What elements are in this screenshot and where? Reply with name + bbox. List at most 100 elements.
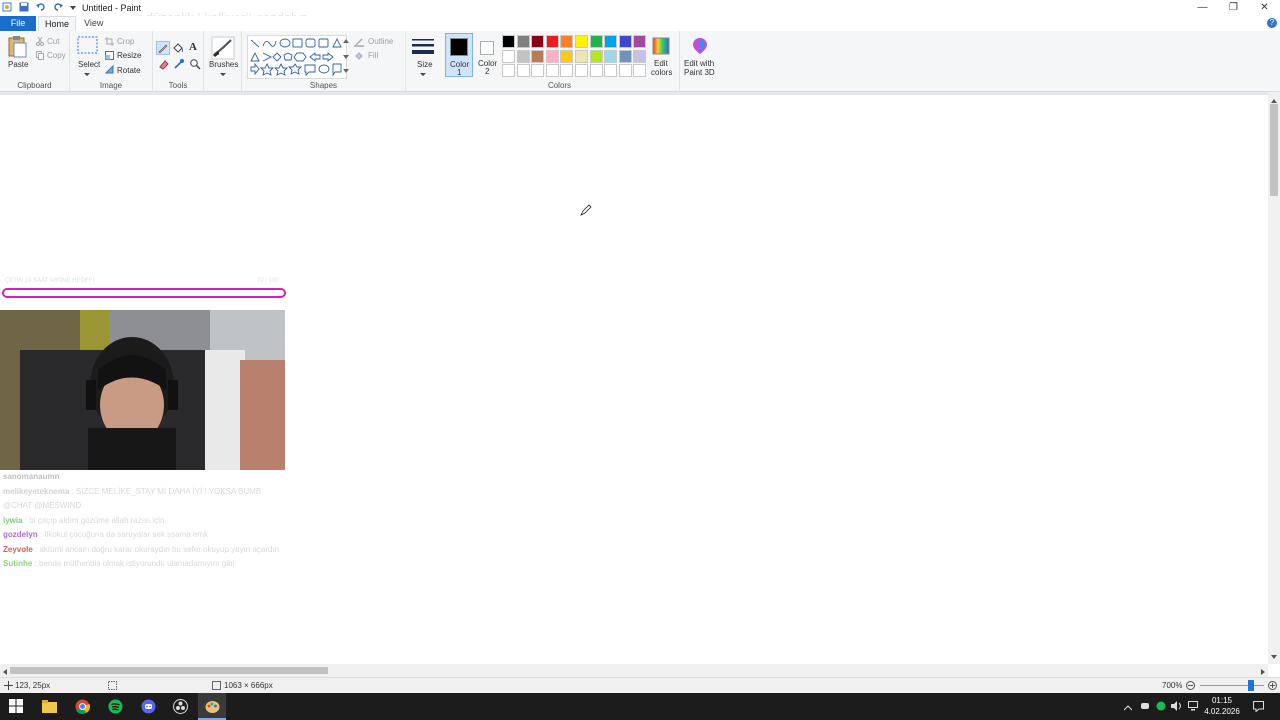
outline-icon[interactable] xyxy=(354,37,364,49)
paste-icon[interactable] xyxy=(8,36,28,60)
palette-swatch[interactable] xyxy=(604,64,618,78)
network-icon[interactable] xyxy=(1188,701,1199,713)
tab-file[interactable]: File xyxy=(0,16,36,31)
fill-tool-icon[interactable] xyxy=(172,42,184,56)
palette-swatch[interactable] xyxy=(604,49,618,63)
cut-icon[interactable] xyxy=(36,36,44,48)
palette-swatch[interactable] xyxy=(618,64,632,78)
palette-swatch[interactable] xyxy=(633,35,647,48)
clock-time[interactable]: 01:15 xyxy=(1204,696,1240,705)
rotate-icon[interactable] xyxy=(104,64,114,76)
restore-button[interactable]: ❐ xyxy=(1218,0,1249,16)
palette-swatch[interactable] xyxy=(633,49,647,63)
scroll-right-icon[interactable] xyxy=(1261,667,1265,677)
size-icon[interactable] xyxy=(412,39,434,59)
size-button[interactable]: Size xyxy=(417,60,433,69)
tab-home[interactable]: Home xyxy=(38,16,76,31)
spotify-icon[interactable] xyxy=(108,699,123,714)
outline-button[interactable]: Outline xyxy=(368,37,393,46)
palette-swatch[interactable] xyxy=(502,64,515,78)
edit-3d-label-2[interactable]: Paint 3D xyxy=(684,68,715,77)
discord-icon[interactable] xyxy=(141,699,156,714)
palette-swatch[interactable] xyxy=(502,49,515,63)
paint-3d-icon[interactable] xyxy=(692,37,708,57)
customize-qat-icon[interactable] xyxy=(70,2,76,12)
shapes-gallery[interactable] xyxy=(247,35,347,79)
zoom-slider-thumb[interactable] xyxy=(1248,680,1254,691)
palette-swatch[interactable] xyxy=(560,35,574,48)
zoom-slider-track[interactable] xyxy=(1200,685,1264,686)
spotify-tray-icon[interactable] xyxy=(1156,701,1166,713)
palette-swatch[interactable] xyxy=(560,64,574,78)
palette-swatch[interactable] xyxy=(618,49,632,63)
cut-button[interactable]: Cut xyxy=(47,37,59,46)
palette-swatch[interactable] xyxy=(516,49,530,63)
brushes-icon[interactable] xyxy=(211,36,235,62)
brushes-button[interactable]: Brushes xyxy=(209,60,238,69)
palette-swatch[interactable] xyxy=(545,49,559,63)
brushes-dropdown-icon[interactable] xyxy=(220,69,226,79)
save-icon[interactable] xyxy=(19,2,29,12)
show-hidden-icons-icon[interactable] xyxy=(1123,703,1133,713)
palette-swatch[interactable] xyxy=(516,64,530,78)
edit-3d-label-1[interactable]: Edit with xyxy=(684,59,714,68)
select-button[interactable]: Select xyxy=(78,60,100,69)
zoom-out-icon[interactable] xyxy=(1186,681,1195,692)
pencil-tool-icon[interactable] xyxy=(156,41,170,55)
palette-swatch[interactable] xyxy=(502,35,515,48)
palette-swatch[interactable] xyxy=(575,64,588,78)
notifications-icon[interactable] xyxy=(1253,701,1264,714)
drawing-canvas[interactable]: ÇETİN 24 SAAT ABONE HEDEFİ 72 / 100 sano… xyxy=(0,92,1268,664)
palette-swatch[interactable] xyxy=(560,49,574,63)
crop-button[interactable]: Crop xyxy=(117,37,134,46)
tab-view[interactable]: View xyxy=(84,18,103,28)
fill-shape-icon[interactable] xyxy=(354,51,364,63)
windows-start-icon[interactable] xyxy=(9,699,24,714)
copy-button[interactable]: Copy xyxy=(47,51,66,60)
chrome-icon[interactable] xyxy=(75,699,91,715)
palette-swatch[interactable] xyxy=(633,64,647,78)
palette-swatch[interactable] xyxy=(575,49,588,63)
palette-swatch[interactable] xyxy=(575,35,588,48)
resize-button[interactable]: Resize xyxy=(117,51,141,60)
palette-swatch[interactable] xyxy=(618,35,632,48)
color-picker-icon[interactable] xyxy=(173,58,185,72)
close-button[interactable]: ✕ xyxy=(1249,0,1280,16)
palette-swatch[interactable] xyxy=(604,35,618,48)
edit-colors-label-2[interactable]: colors xyxy=(651,68,672,77)
palette-swatch[interactable] xyxy=(589,64,603,78)
color2-button[interactable]: Color 2 xyxy=(474,33,500,77)
crop-icon[interactable] xyxy=(105,37,114,48)
size-dropdown-icon[interactable] xyxy=(420,69,426,79)
palette-swatch[interactable] xyxy=(531,49,545,63)
text-tool-icon[interactable]: A xyxy=(189,41,197,53)
vertical-scroll-thumb[interactable] xyxy=(1270,104,1278,196)
palette-swatch[interactable] xyxy=(516,35,530,48)
palette-swatch[interactable] xyxy=(531,35,545,48)
magnifier-icon[interactable] xyxy=(189,58,201,72)
zoom-in-icon[interactable] xyxy=(1268,681,1277,692)
file-explorer-icon[interactable] xyxy=(42,699,57,714)
obs-icon[interactable] xyxy=(173,699,188,714)
edit-colors-icon[interactable] xyxy=(652,37,670,57)
palette-swatch[interactable] xyxy=(589,35,603,48)
horizontal-scroll-thumb[interactable] xyxy=(10,667,328,674)
vertical-scrollbar[interactable] xyxy=(1268,92,1280,664)
undo-icon[interactable] xyxy=(36,2,46,12)
palette-swatch[interactable] xyxy=(589,49,603,63)
palette-swatch[interactable] xyxy=(545,64,559,78)
shapes-scroll-icon[interactable] xyxy=(343,39,349,77)
volume-icon[interactable] xyxy=(1171,701,1182,713)
discord-tray-icon[interactable] xyxy=(1140,701,1150,713)
palette-swatch[interactable] xyxy=(531,64,545,78)
redo-icon[interactable] xyxy=(53,2,63,12)
horizontal-scrollbar[interactable] xyxy=(0,664,1268,677)
paint-taskbar-button[interactable] xyxy=(198,693,226,720)
select-dropdown-icon[interactable] xyxy=(84,69,90,79)
rotate-button[interactable]: Rotate xyxy=(117,66,141,75)
scroll-left-icon[interactable] xyxy=(3,667,7,677)
resize-icon[interactable] xyxy=(105,51,114,62)
eraser-tool-icon[interactable] xyxy=(158,58,170,72)
select-icon[interactable] xyxy=(77,36,99,58)
fill-button[interactable]: Fill xyxy=(368,51,378,60)
